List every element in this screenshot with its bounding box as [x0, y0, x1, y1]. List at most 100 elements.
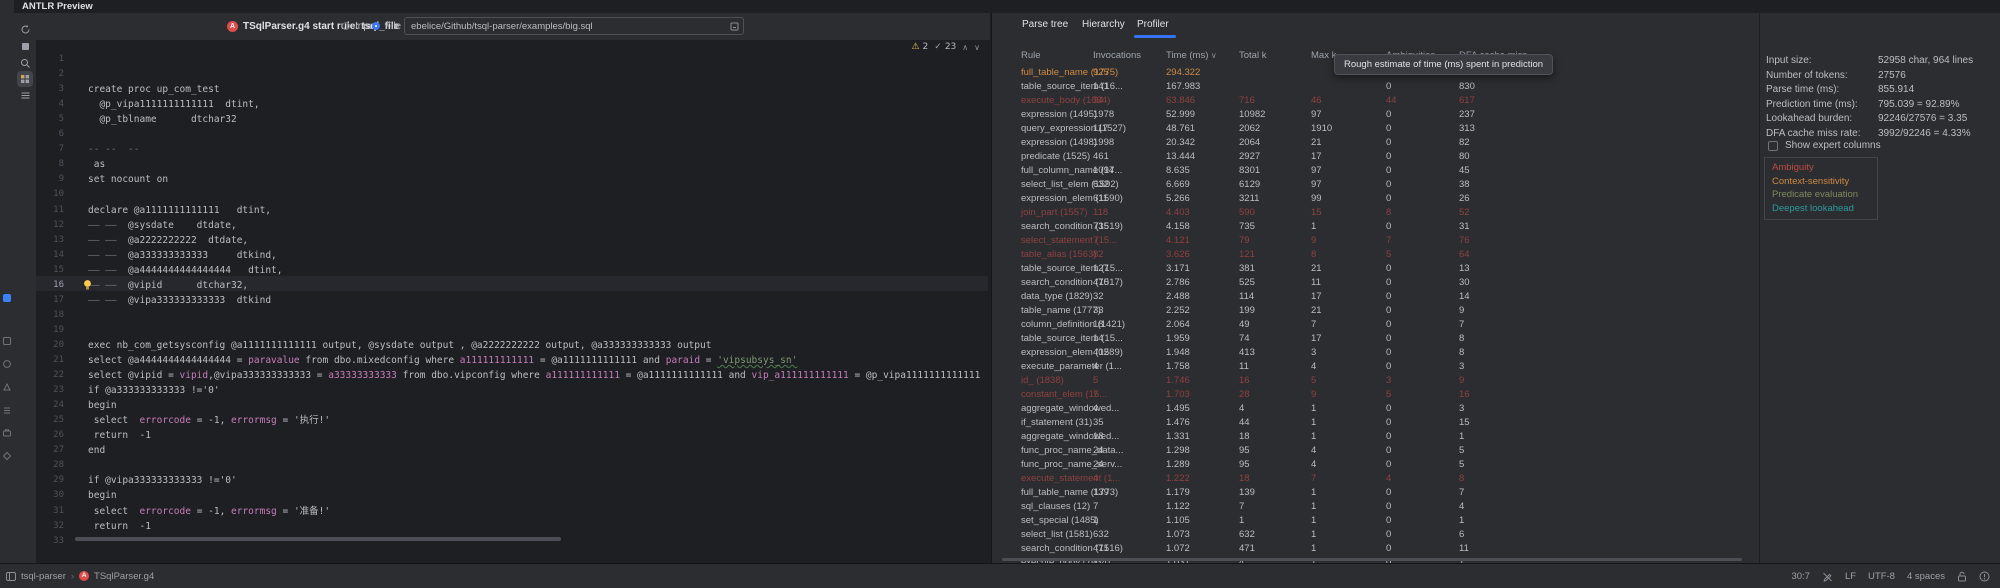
indent-indicator[interactable]: 4 spaces: [1907, 571, 1945, 582]
profiler-row[interactable]: expression_elem (1589)4021.948413308: [992, 346, 1759, 360]
file-path-input[interactable]: ebelice/Github/tsql-parser/examples/big.…: [404, 17, 744, 35]
code-line[interactable]: —— —— @a333333333333 dtkind,: [88, 248, 277, 263]
code-line[interactable]: @p_vipa1111111111111 dtint,: [88, 97, 260, 112]
code-line[interactable]: —— —— @vipid dtchar32,: [88, 278, 248, 293]
profiler-row[interactable]: select_list_elem (1592)6326.669612997038: [992, 178, 1759, 192]
code-line[interactable]: create proc up_com_test: [88, 82, 220, 97]
profiler-row[interactable]: full_column_name (17...10948.63583019704…: [992, 164, 1759, 178]
profiler-row[interactable]: execute_body (1034)9463.8467164644617: [992, 94, 1759, 108]
profiler-row[interactable]: select_list (1581)6321.073632106: [992, 528, 1759, 542]
profiler-row[interactable]: full_table_name (1773)1391.179139107: [992, 486, 1759, 500]
tool-stripe-icon-3[interactable]: [2, 382, 12, 392]
tool-stripe-icon-4[interactable]: [2, 405, 12, 415]
profiler-row[interactable]: id_ (1838)51.74616539: [992, 374, 1759, 388]
profiler-row[interactable]: sql_clauses (12)71.1227104: [992, 500, 1759, 514]
profiler-row[interactable]: data_type (1829)322.48811417014: [992, 290, 1759, 304]
profiler-row[interactable]: aggregate_windowed...181.33118101: [992, 430, 1759, 444]
stop-icon[interactable]: [21, 42, 30, 51]
profiler-row[interactable]: predicate (1525)46113.444292717080: [992, 150, 1759, 164]
editor-horizontal-scrollbar[interactable]: [75, 537, 561, 541]
code-line[interactable]: return -1: [88, 428, 151, 443]
breadcrumb-file[interactable]: TSqlParser.g4: [94, 571, 154, 582]
profiler-row[interactable]: join_part (1557)1184.40359015852: [992, 206, 1759, 220]
code-line[interactable]: select errorcode = -1, errormsg = '执行!': [88, 413, 330, 428]
code-line[interactable]: select errorcode = -1, errormsg = '准备!': [88, 504, 330, 519]
breadcrumb-project[interactable]: tsql-parser: [21, 571, 66, 582]
code-line[interactable]: begin: [88, 398, 117, 413]
profiler-icon[interactable]: [17, 71, 33, 87]
chevron-down-icon[interactable]: ∨: [974, 43, 980, 52]
profiler-row[interactable]: query_expression (1527)11748.76120621910…: [992, 122, 1759, 136]
profiler-row[interactable]: expression (1498)199820.342206421082: [992, 136, 1759, 150]
bulb-icon[interactable]: [82, 279, 93, 291]
tool-stripe-icon-2[interactable]: [2, 359, 12, 369]
code-line[interactable]: if @vipa333333333333 !='0': [88, 473, 237, 488]
inspections-widget[interactable]: ⚠2 ✓23 ∧ ∨: [911, 42, 980, 52]
code-line[interactable]: —— —— @a2222222222 dtdate,: [88, 233, 248, 248]
profiler-row[interactable]: func_proc_name_data...241.29895405: [992, 444, 1759, 458]
profiler-row[interactable]: search_condition (1516)4711.0724711011: [992, 542, 1759, 556]
profiler-row[interactable]: table_name (1777)332.2521992109: [992, 304, 1759, 318]
active-tool-window-icon[interactable]: [2, 293, 12, 303]
input-radio[interactable]: [342, 22, 350, 30]
profiler-row[interactable]: table_source_item (16...141167.9830830: [992, 80, 1759, 94]
code-line[interactable]: select @vipid = vipid,@vipa333333333333 …: [88, 368, 980, 383]
code-line[interactable]: —— —— @sysdate dtdate,: [88, 218, 237, 233]
browse-icon[interactable]: [730, 22, 739, 31]
code-line[interactable]: —— —— @vipa333333333333 dtkind: [88, 293, 271, 308]
column-header-time-ms-[interactable]: Time (ms) ∨: [1166, 50, 1217, 61]
code-editor[interactable]: 1234567891011121314151617181920212223242…: [36, 40, 990, 563]
code-line[interactable]: exec nb_com_getsysconfig @a1111111111111…: [88, 338, 711, 353]
profiler-row[interactable]: table_alias (1563)823.6261218564: [992, 248, 1759, 262]
column-header-total-k[interactable]: Total k: [1239, 50, 1266, 61]
caret-position[interactable]: 30:7: [1791, 571, 1810, 582]
notification-icon[interactable]: [1979, 571, 1990, 582]
profiler-row[interactable]: execute_statement (1...41.22218748: [992, 472, 1759, 486]
code-line[interactable]: set nocount on: [88, 172, 168, 187]
profiler-row[interactable]: select_statement (15...74.121799776: [992, 234, 1759, 248]
table-horizontal-scrollbar[interactable]: [1002, 558, 1742, 561]
profiler-row[interactable]: column_definition (1421)182.06449707: [992, 318, 1759, 332]
code-line[interactable]: if @a333333333333 !='0': [88, 383, 220, 398]
profiler-row[interactable]: constant_elem (15...71.703289516: [992, 388, 1759, 402]
profiler-row[interactable]: aggregate_windowed...41.4954103: [992, 402, 1759, 416]
profiler-row[interactable]: if_statement (31)351.476441015: [992, 416, 1759, 430]
search-icon[interactable]: [20, 58, 31, 69]
code-line[interactable]: select @a4444444444444444 = paravalue fr…: [88, 353, 797, 368]
unlock-icon[interactable]: [1957, 571, 1967, 582]
code-line[interactable]: begin: [88, 488, 117, 503]
code-line[interactable]: @p_tblname dtchar32: [88, 112, 237, 127]
chevron-up-icon[interactable]: ∧: [962, 43, 968, 52]
profiler-row[interactable]: set_special (1485)11.1051101: [992, 514, 1759, 528]
profiler-row[interactable]: func_proc_name_serv...241.28995405: [992, 458, 1759, 472]
code-line[interactable]: return -1: [88, 519, 151, 534]
profiler-row[interactable]: execute_parameter (1...41.75811403: [992, 360, 1759, 374]
profiler-row[interactable]: expression (1495)197852.99910982970237: [992, 108, 1759, 122]
line-ending-indicator[interactable]: LF: [1845, 571, 1856, 582]
profiler-row[interactable]: search_condition (1517)4702.78652511030: [992, 276, 1759, 290]
column-header-rule[interactable]: Rule: [1021, 50, 1041, 61]
encoding-indicator[interactable]: UTF-8: [1868, 571, 1895, 582]
layers-icon[interactable]: [20, 90, 31, 101]
highlight-off-icon[interactable]: [1822, 571, 1833, 582]
tool-stripe-icon-6[interactable]: [2, 451, 12, 461]
code-line[interactable]: end: [88, 443, 105, 458]
expert-columns-label[interactable]: Show expert columns: [1785, 139, 1881, 153]
tool-stripe-icon-5[interactable]: [2, 428, 12, 438]
tool-stripe-icon-1[interactable]: [2, 336, 12, 346]
refresh-icon[interactable]: [20, 24, 31, 35]
code-line[interactable]: as: [88, 157, 105, 172]
file-radio-label[interactable]: File: [385, 13, 401, 40]
expert-columns-checkbox[interactable]: [1768, 141, 1778, 151]
code-line[interactable]: declare @a1111111111111 dtint,: [88, 203, 271, 218]
column-header-invocations[interactable]: Invocations: [1093, 50, 1141, 61]
profiler-row[interactable]: expression_elem (1590)6115.266321199026: [992, 192, 1759, 206]
profiler-row[interactable]: search_condition (1519)7354.1587351031: [992, 220, 1759, 234]
code-line[interactable]: -- -- --: [88, 142, 139, 157]
profiler-table[interactable]: RuleInvocationsTime (ms) ∨Total kMax kAm…: [992, 13, 1759, 563]
profiler-row[interactable]: table_source_item (15...141.959741708: [992, 332, 1759, 346]
column-header-max-k[interactable]: Max k: [1311, 50, 1336, 61]
profiler-row[interactable]: table_source_item (15...1273.17138121013: [992, 262, 1759, 276]
code-line[interactable]: —— —— @a4444444444444444 dtint,: [88, 263, 282, 278]
file-radio[interactable]: [372, 22, 380, 30]
